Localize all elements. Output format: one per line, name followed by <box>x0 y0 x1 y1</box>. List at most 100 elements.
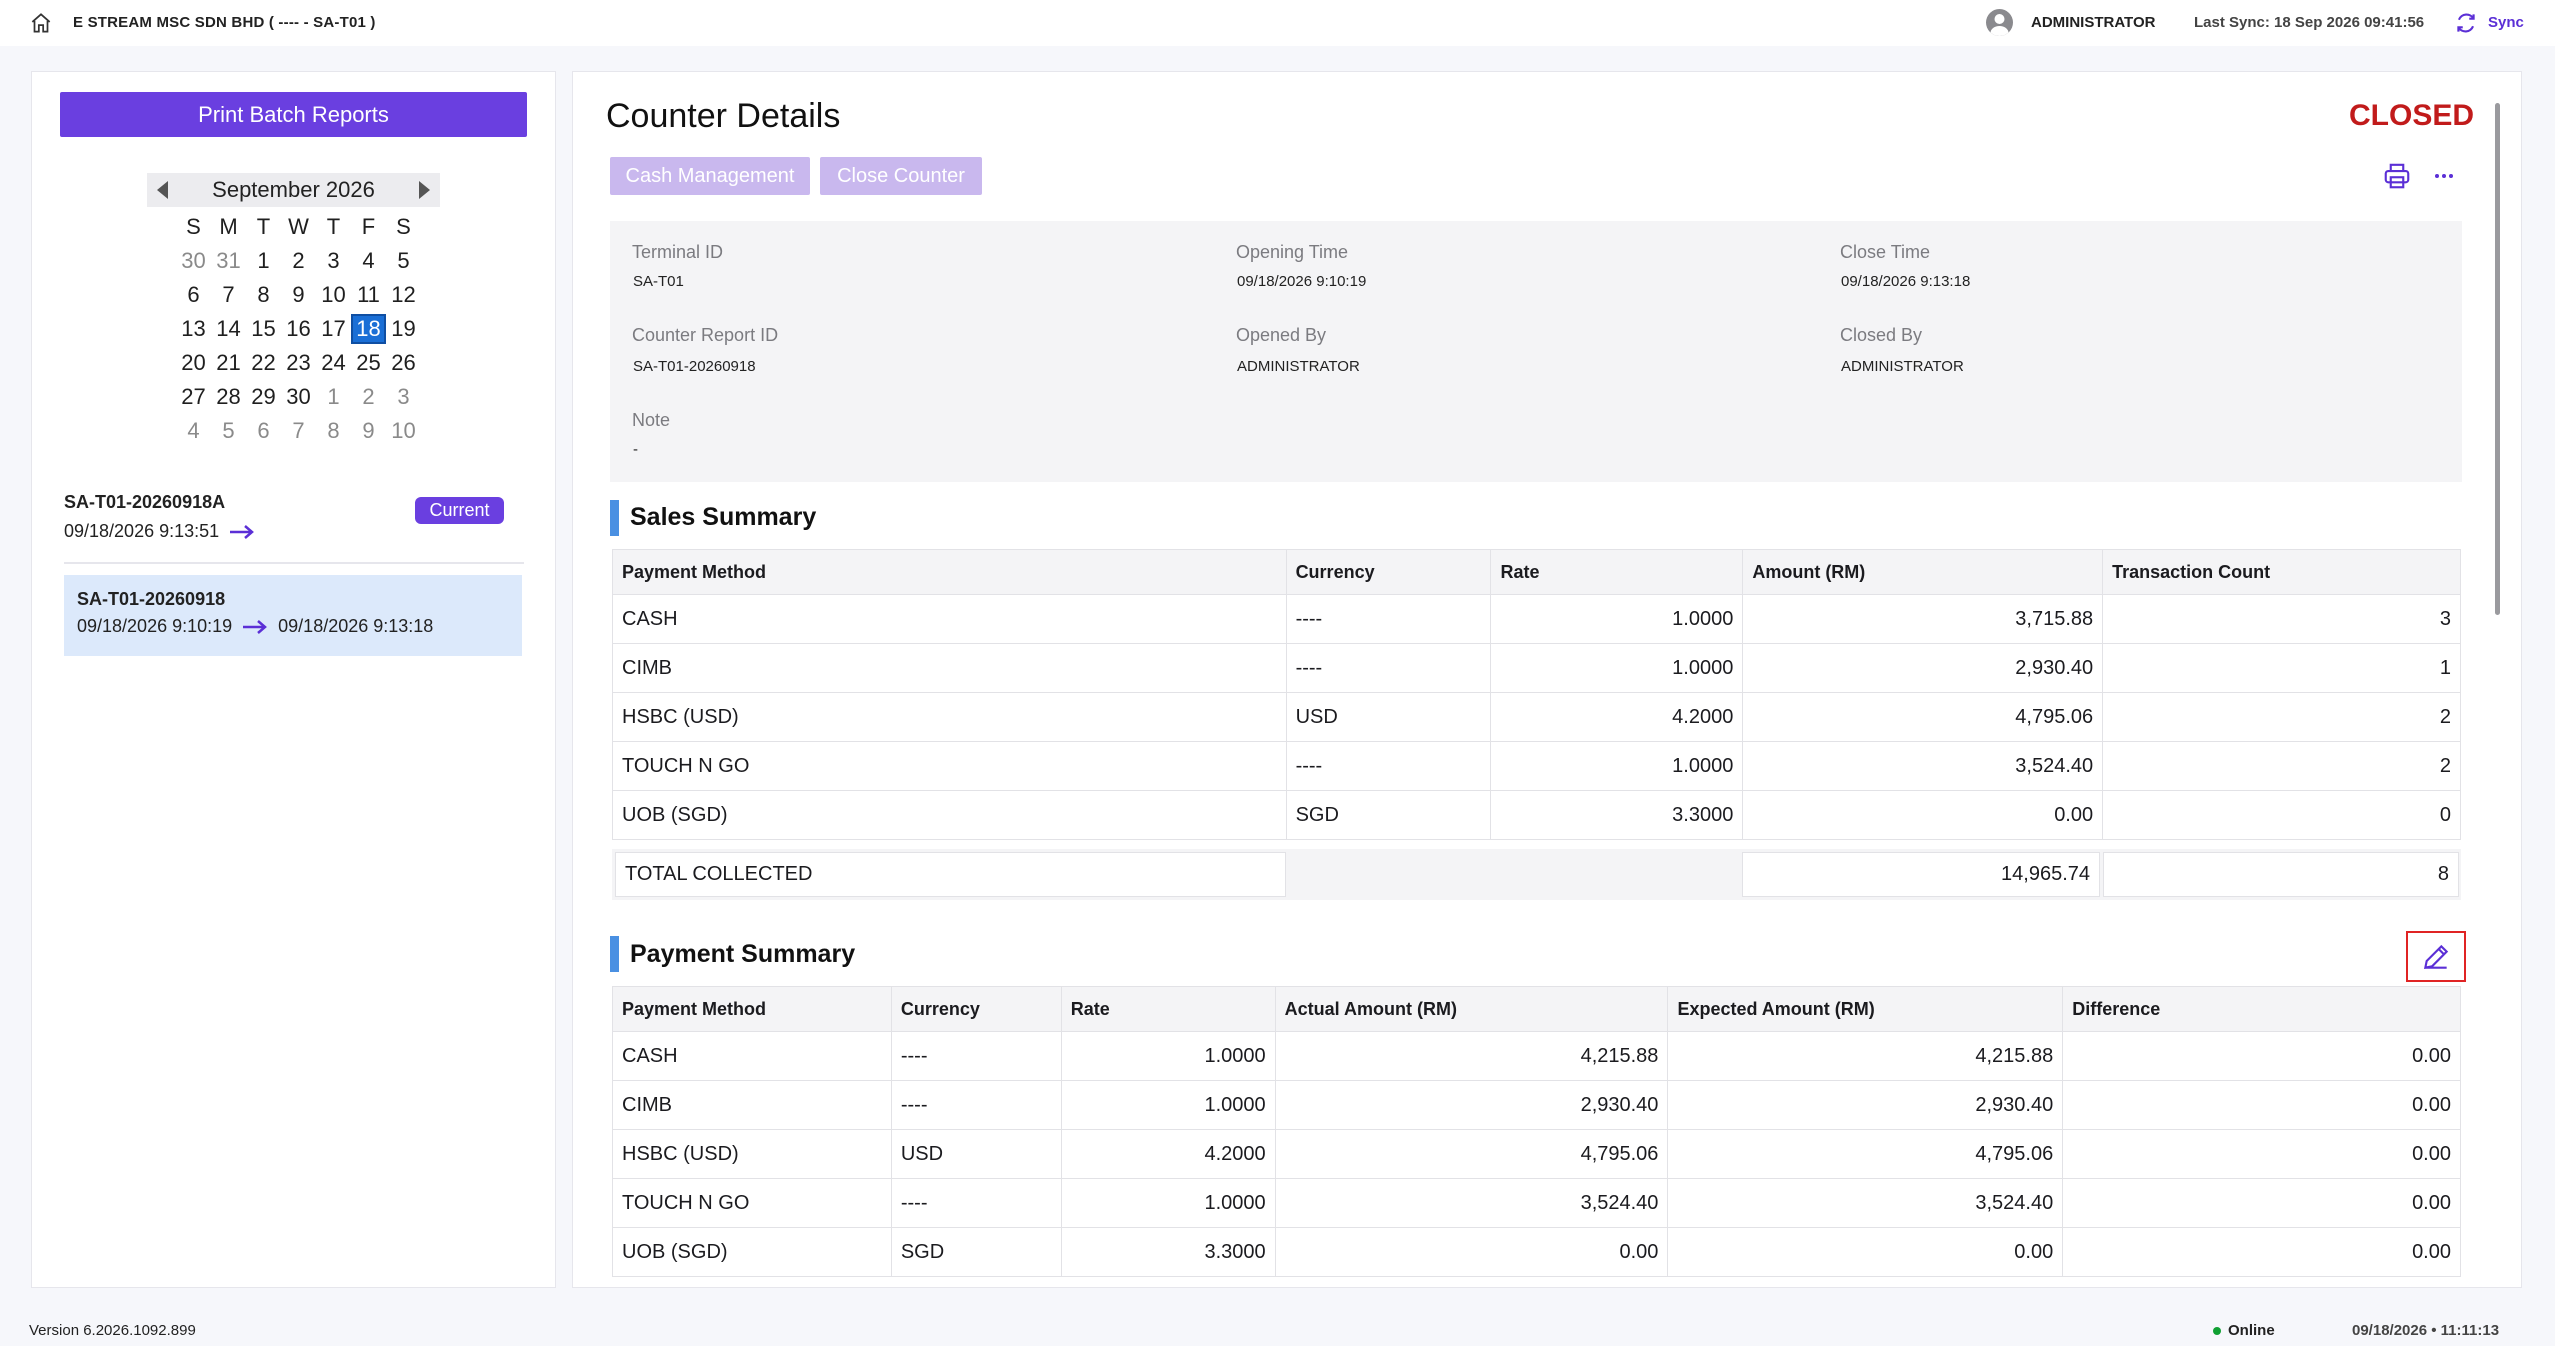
table-cell: 0.00 <box>2062 1129 2461 1179</box>
terminal-id-value: SA-T01 <box>633 273 684 290</box>
column-header: Payment Method <box>612 986 892 1032</box>
table-cell: UOB (SGD) <box>612 1227 892 1277</box>
calendar-next-button[interactable] <box>410 173 440 207</box>
calendar-day[interactable]: 17 <box>316 314 351 344</box>
user-name: ADMINISTRATOR <box>2031 14 2156 31</box>
calendar-prev-button[interactable] <box>147 173 177 207</box>
column-header: Currency <box>1285 549 1492 595</box>
calendar-day[interactable]: 1 <box>316 382 351 412</box>
calendar-day[interactable]: 3 <box>316 246 351 276</box>
table-cell: 1.0000 <box>1060 1031 1276 1081</box>
online-status-dot <box>2213 1327 2221 1335</box>
calendar-day[interactable]: 30 <box>281 382 316 412</box>
calendar-day[interactable]: 23 <box>281 348 316 378</box>
arrow-right-icon <box>230 524 255 539</box>
table-cell: ---- <box>890 1031 1062 1081</box>
table-cell: 2 <box>2102 692 2461 742</box>
calendar-day[interactable]: 7 <box>211 280 246 310</box>
table-cell: 3,524.40 <box>1274 1178 1669 1228</box>
table-cell: USD <box>1285 692 1492 742</box>
calendar-day[interactable]: 5 <box>211 416 246 446</box>
table-cell: CASH <box>612 1031 892 1081</box>
calendar-week-row: 4 5 6 7 8 9 10 <box>176 414 421 448</box>
scrollbar[interactable] <box>2495 103 2500 615</box>
sync-button[interactable]: Sync <box>2488 14 2524 31</box>
calendar-day[interactable]: 16 <box>281 314 316 344</box>
calendar-day[interactable]: 30 <box>176 246 211 276</box>
calendar-day[interactable]: 3 <box>386 382 421 412</box>
calendar-day[interactable]: 9 <box>351 416 386 446</box>
table-cell: 0.00 <box>2062 1080 2461 1130</box>
column-header: Difference <box>2062 986 2461 1032</box>
calendar-day[interactable]: 4 <box>351 246 386 276</box>
calendar-day[interactable]: 11 <box>351 280 386 310</box>
calendar-day[interactable]: 9 <box>281 280 316 310</box>
table-cell: 2,930.40 <box>1742 643 2104 693</box>
more-options-icon[interactable] <box>2429 161 2459 191</box>
calendar-day[interactable]: 2 <box>351 382 386 412</box>
calendar-day[interactable]: 4 <box>176 416 211 446</box>
close-time-label: Close Time <box>1840 242 1931 262</box>
calendar-day[interactable]: 28 <box>211 382 246 412</box>
table-cell: HSBC (USD) <box>612 1129 892 1179</box>
calendar-day[interactable]: 22 <box>246 348 281 378</box>
calendar-day[interactable]: 20 <box>176 348 211 378</box>
calendar-day[interactable]: 27 <box>176 382 211 412</box>
column-header: Currency <box>890 986 1062 1032</box>
calendar-day[interactable]: 25 <box>351 348 386 378</box>
table-cell: 3.3000 <box>1060 1227 1276 1277</box>
close-counter-button[interactable]: Close Counter <box>820 157 982 195</box>
column-header: Payment Method <box>612 549 1287 595</box>
calendar-day[interactable]: 8 <box>316 416 351 446</box>
calendar-day[interactable]: 10 <box>316 280 351 310</box>
calendar-week-row: 13 14 15 16 17 18 19 <box>176 312 421 346</box>
home-icon[interactable] <box>28 10 54 36</box>
table-cell: 3,524.40 <box>1742 741 2104 791</box>
table-cell: CIMB <box>612 1080 892 1130</box>
calendar-day[interactable]: 6 <box>176 280 211 310</box>
table-cell: 3,715.88 <box>1742 594 2104 644</box>
edit-payment-button[interactable] <box>2406 931 2466 982</box>
calendar-day[interactable]: 31 <box>211 246 246 276</box>
table-cell: 4.2000 <box>1490 692 1744 742</box>
calendar-day[interactable]: 10 <box>386 416 421 446</box>
table-cell: 2 <box>2102 741 2461 791</box>
avatar[interactable] <box>1986 9 2013 36</box>
calendar-header: September 2026 <box>147 173 440 207</box>
sync-icon[interactable] <box>2453 10 2479 36</box>
calendar-day[interactable]: 12 <box>386 280 421 310</box>
table-cell: ---- <box>890 1178 1062 1228</box>
table-row: CASH ---- 1.0000 4,215.88 4,215.88 0.00 <box>612 1031 2461 1081</box>
calendar-day[interactable]: 1 <box>246 246 281 276</box>
printer-icon[interactable] <box>2382 161 2412 191</box>
calendar-day[interactable]: 14 <box>211 314 246 344</box>
calendar-day[interactable]: 24 <box>316 348 351 378</box>
opened-by-value: ADMINISTRATOR <box>1237 358 1360 375</box>
calendar-day[interactable]: 26 <box>386 348 421 378</box>
calendar-day[interactable]: 29 <box>246 382 281 412</box>
table-cell: 0.00 <box>1274 1227 1669 1277</box>
calendar-day[interactable]: 2 <box>281 246 316 276</box>
online-status-label: Online <box>2228 1322 2275 1339</box>
calendar-week-row: 20 21 22 23 24 25 26 <box>176 346 421 380</box>
cash-management-button[interactable]: Cash Management <box>610 157 810 195</box>
table-cell: SGD <box>1285 790 1492 840</box>
table-header-row: Payment Method Currency Rate Amount (RM)… <box>612 549 2461 595</box>
calendar-day[interactable]: 5 <box>386 246 421 276</box>
status-badge: CLOSED <box>2349 99 2475 132</box>
calendar-day[interactable]: 7 <box>281 416 316 446</box>
calendar-day[interactable]: 19 <box>386 314 421 344</box>
calendar-day[interactable]: 13 <box>176 314 211 344</box>
report-start-time: 09/18/2026 9:10:19 <box>77 616 233 636</box>
report-list-item-selected[interactable]: SA-T01-20260918 09/18/2026 9:10:19 09/18… <box>64 575 522 656</box>
calendar-day-selected[interactable]: 18 <box>351 314 386 344</box>
calendar-day[interactable]: 6 <box>246 416 281 446</box>
calendar-day[interactable]: 21 <box>211 348 246 378</box>
payment-summary-title: Payment Summary <box>630 940 856 968</box>
report-id-label: Counter Report ID <box>632 325 779 345</box>
calendar-day[interactable]: 8 <box>246 280 281 310</box>
calendar-day[interactable]: 15 <box>246 314 281 344</box>
print-batch-reports-button[interactable]: Print Batch Reports <box>60 92 527 137</box>
report-start-time: 09/18/2026 9:13:51 <box>64 521 220 541</box>
current-badge: Current <box>415 497 504 524</box>
